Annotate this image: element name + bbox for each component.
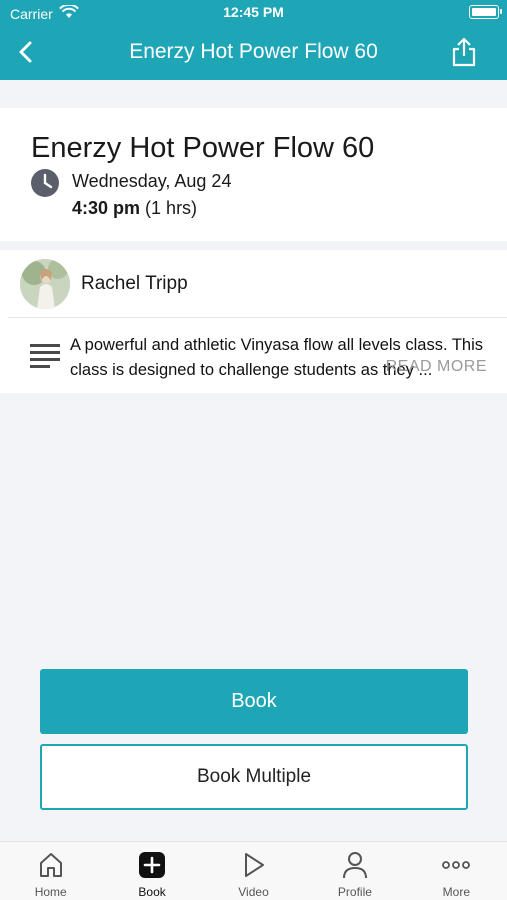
share-icon: [452, 37, 476, 67]
nav-bar: Enerzy Hot Power Flow 60: [0, 26, 507, 80]
tab-profile-label: Profile: [337, 885, 372, 899]
tab-book[interactable]: Book: [101, 842, 202, 900]
home-icon: [39, 853, 62, 877]
avatar: [20, 259, 70, 309]
tab-home-label: Home: [34, 885, 67, 899]
tab-profile[interactable]: Profile: [304, 842, 405, 900]
instructor-row[interactable]: Rachel Tripp: [8, 250, 507, 318]
class-duration: (1 hrs): [145, 198, 198, 218]
status-time: 12:45 PM: [223, 4, 284, 20]
book-multiple-button[interactable]: Book Multiple: [40, 744, 468, 810]
battery-icon: [469, 5, 502, 19]
play-icon: [244, 853, 264, 877]
class-time: 4:30 pm (1 hrs): [72, 198, 197, 219]
class-detail-card: Rachel Tripp A powerful and athletic Vin…: [0, 250, 507, 393]
tab-bar: Home Book Video Profile More: [0, 841, 507, 900]
plus-square-icon: [139, 852, 166, 878]
back-button[interactable]: [10, 36, 40, 68]
status-bar: Carrier 12:45 PM: [0, 0, 507, 26]
tab-more[interactable]: More: [406, 842, 507, 900]
user-icon: [342, 852, 367, 879]
chevron-left-icon: [19, 41, 32, 63]
tab-more-label: More: [442, 885, 470, 899]
tab-home[interactable]: Home: [0, 842, 101, 900]
share-button[interactable]: [449, 36, 479, 68]
read-more-link[interactable]: READ MORE: [386, 358, 487, 376]
class-title: Enerzy Hot Power Flow 60: [31, 132, 375, 164]
more-icon: [442, 861, 471, 869]
clock-icon: [31, 169, 59, 197]
class-start-time: 4:30 pm: [72, 198, 141, 218]
class-date: Wednesday, Aug 24: [72, 171, 232, 191]
book-button[interactable]: Book: [40, 669, 468, 734]
nav-title: Enerzy Hot Power Flow 60: [129, 40, 378, 63]
tab-book-label: Book: [138, 885, 166, 899]
description-icon: [30, 344, 60, 368]
class-header-card: Enerzy Hot Power Flow 60 Wednesday, Aug …: [0, 108, 507, 241]
top-bar: Carrier 12:45 PM Enerzy Hot Power Flow 6…: [0, 0, 507, 80]
instructor-name: Rachel Tripp: [81, 273, 188, 294]
tab-video[interactable]: Video: [203, 842, 304, 900]
tab-video-label: Video: [238, 885, 269, 899]
